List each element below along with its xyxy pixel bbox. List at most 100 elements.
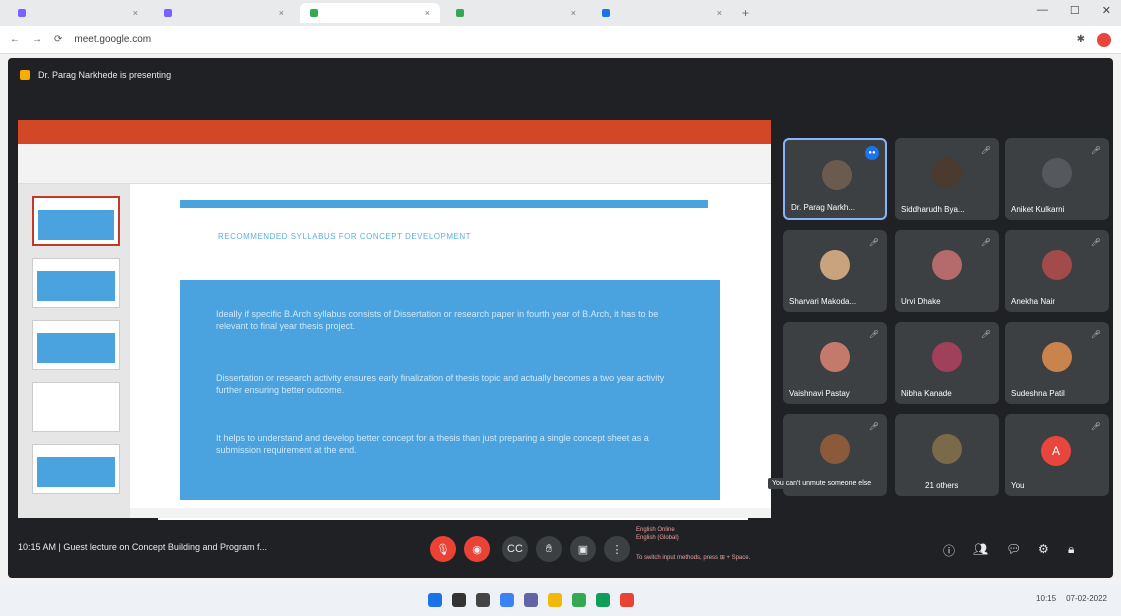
avatar [820, 434, 850, 464]
speaking-indicator-icon: ●● [865, 146, 879, 160]
activities-icon[interactable]: ⚙︎ [1038, 542, 1049, 556]
widgets-icon[interactable] [500, 593, 514, 607]
close-window-button[interactable]: ✕ [1102, 4, 1111, 17]
minimize-button[interactable]: — [1037, 4, 1048, 17]
participant-tile[interactable]: 🎤︎ Aniket Kulkarni [1005, 138, 1109, 220]
close-icon[interactable]: × [133, 8, 138, 18]
mic-toggle-button[interactable]: 🎙︎ [430, 536, 456, 562]
caption-language-option[interactable]: English (Global) [636, 534, 679, 542]
participant-name: Nibha Kanade [901, 389, 952, 398]
raise-hand-button[interactable]: ✋︎ [536, 536, 562, 562]
avatar [1042, 158, 1072, 188]
extensions-icon[interactable]: ✱ [1077, 34, 1085, 45]
input-method-note: To switch input methods, press ⊞ + Space… [636, 555, 751, 561]
slide-bullet: Ideally if specific B.Arch syllabus cons… [216, 309, 659, 331]
avatar [1042, 342, 1072, 372]
caption-language-option[interactable]: English Online [636, 526, 679, 534]
browser-tab-1[interactable]: × [8, 3, 148, 23]
mic-off-icon: 🎤︎ [980, 238, 991, 247]
meeting-time: 10:15 AM | Guest lecture on Concept Buil… [18, 542, 267, 552]
slide-content-box: Ideally if specific B.Arch syllabus cons… [180, 280, 720, 500]
participant-tile[interactable]: 🎤︎ Urvi Dhake [895, 230, 999, 312]
presenter-banner: Dr. Parag Narkhede is presenting [20, 70, 171, 80]
slide-heading: RECOMMENDED SYLLABUS FOR CONCEPT DEVELOP… [218, 232, 472, 241]
slide-thumbnails [18, 184, 130, 518]
camera-toggle-button[interactable]: ◉ [464, 536, 490, 562]
participant-name: Aniket Kulkarni [1011, 205, 1065, 214]
profile-avatar[interactable] [1097, 32, 1111, 47]
tab-favicon [310, 9, 318, 17]
slide-thumbnail [32, 196, 120, 246]
slide-thumbnail [32, 258, 120, 308]
participant-name: Urvi Dhake [901, 297, 941, 306]
participant-name: Sharvari Makoda... [789, 297, 857, 306]
edge-icon[interactable] [596, 593, 610, 607]
slide-bullet: Dissertation or research activity ensure… [216, 373, 665, 395]
slide-thumbnail [32, 320, 120, 370]
back-icon[interactable]: ← [10, 34, 20, 45]
participant-name: Dr. Parag Narkh... [791, 203, 856, 212]
chrome-icon[interactable] [572, 593, 586, 607]
people-icon[interactable]: 👥︎ [973, 542, 988, 556]
avatar [820, 342, 850, 372]
powerpoint-ribbon-tabs [18, 134, 771, 144]
reload-icon[interactable]: ⟳ [54, 34, 62, 45]
chat-icon[interactable]: 💬︎ [1006, 542, 1021, 556]
close-icon[interactable]: × [279, 8, 284, 18]
forward-icon[interactable]: → [32, 34, 42, 45]
task-view-icon[interactable] [476, 593, 490, 607]
present-button[interactable]: ▣ [570, 536, 596, 562]
maximize-button[interactable]: ☐ [1070, 4, 1080, 17]
address-bar: ← → ⟳ meet.google.com ✱ [0, 26, 1121, 54]
url-field[interactable]: meet.google.com [74, 34, 1064, 45]
powerpoint-status-bar [130, 508, 771, 518]
others-tile[interactable]: 21 others [895, 414, 999, 496]
participant-tile[interactable]: ●● Dr. Parag Narkh... [783, 138, 887, 220]
participant-tile[interactable]: 🎤︎ Vaishnavi Pastay [783, 322, 887, 404]
slide-bullet: It helps to understand and develop bette… [216, 433, 649, 455]
start-icon[interactable] [428, 593, 442, 607]
browser-tab-5[interactable]: × [592, 3, 732, 23]
info-icon[interactable]: ⓘ [943, 542, 955, 559]
browser-tab-3[interactable]: × [300, 3, 440, 23]
close-icon[interactable]: × [425, 8, 430, 18]
slide-canvas: RECOMMENDED SYLLABUS FOR CONCEPT DEVELOP… [158, 200, 748, 520]
participant-tile[interactable]: 🎤︎ Nibha Kanade [895, 322, 999, 404]
avatar [820, 250, 850, 280]
mic-off-icon: 🎤︎ [980, 146, 991, 155]
self-avatar: A [1041, 436, 1071, 466]
tab-favicon [456, 9, 464, 17]
file-explorer-icon[interactable] [548, 593, 562, 607]
mic-off-icon: 🎤︎ [1090, 422, 1101, 431]
chat-app-icon[interactable] [524, 593, 538, 607]
search-icon[interactable] [452, 593, 466, 607]
participant-tile[interactable]: 🎤︎ Siddharudh Bya... [895, 138, 999, 220]
windows-taskbar: 10:15 07-02-2022 [0, 584, 1121, 616]
tray-date[interactable]: 07-02-2022 [1066, 594, 1107, 603]
participant-tile[interactable]: 🎤︎ Sharvari Makoda... [783, 230, 887, 312]
new-tab-button[interactable]: + [742, 6, 749, 20]
avatar [932, 342, 962, 372]
browser-tab-2[interactable]: × [154, 3, 294, 23]
window-controls: — ☐ ✕ [1037, 4, 1111, 17]
host-controls-icon[interactable]: 🔒︎ [1068, 542, 1074, 557]
mic-off-icon: 🎤︎ [1090, 146, 1101, 155]
more-options-button[interactable]: ⋮ [604, 536, 630, 562]
tab-favicon [18, 9, 26, 17]
close-icon[interactable]: × [571, 8, 576, 18]
slide-top-bar [180, 200, 708, 208]
self-tile[interactable]: 🎤︎ A You [1005, 414, 1109, 496]
avatar [1042, 250, 1072, 280]
participant-name: Vaishnavi Pastay [789, 389, 850, 398]
store-icon[interactable] [620, 593, 634, 607]
participant-tile[interactable]: 🎤︎ Sudeshna Patil [1005, 322, 1109, 404]
mic-off-icon: 🎤︎ [868, 330, 879, 339]
participant-name: Sudeshna Patil [1011, 389, 1065, 398]
close-icon[interactable]: × [717, 8, 722, 18]
tray-clock[interactable]: 10:15 [1036, 594, 1056, 603]
participant-tile[interactable]: 🎤︎ Anekha Nair [1005, 230, 1109, 312]
powerpoint-title-bar [18, 120, 771, 134]
participant-name: Siddharudh Bya... [901, 205, 965, 214]
captions-button[interactable]: CC [502, 536, 528, 562]
browser-tab-4[interactable]: × [446, 3, 586, 23]
